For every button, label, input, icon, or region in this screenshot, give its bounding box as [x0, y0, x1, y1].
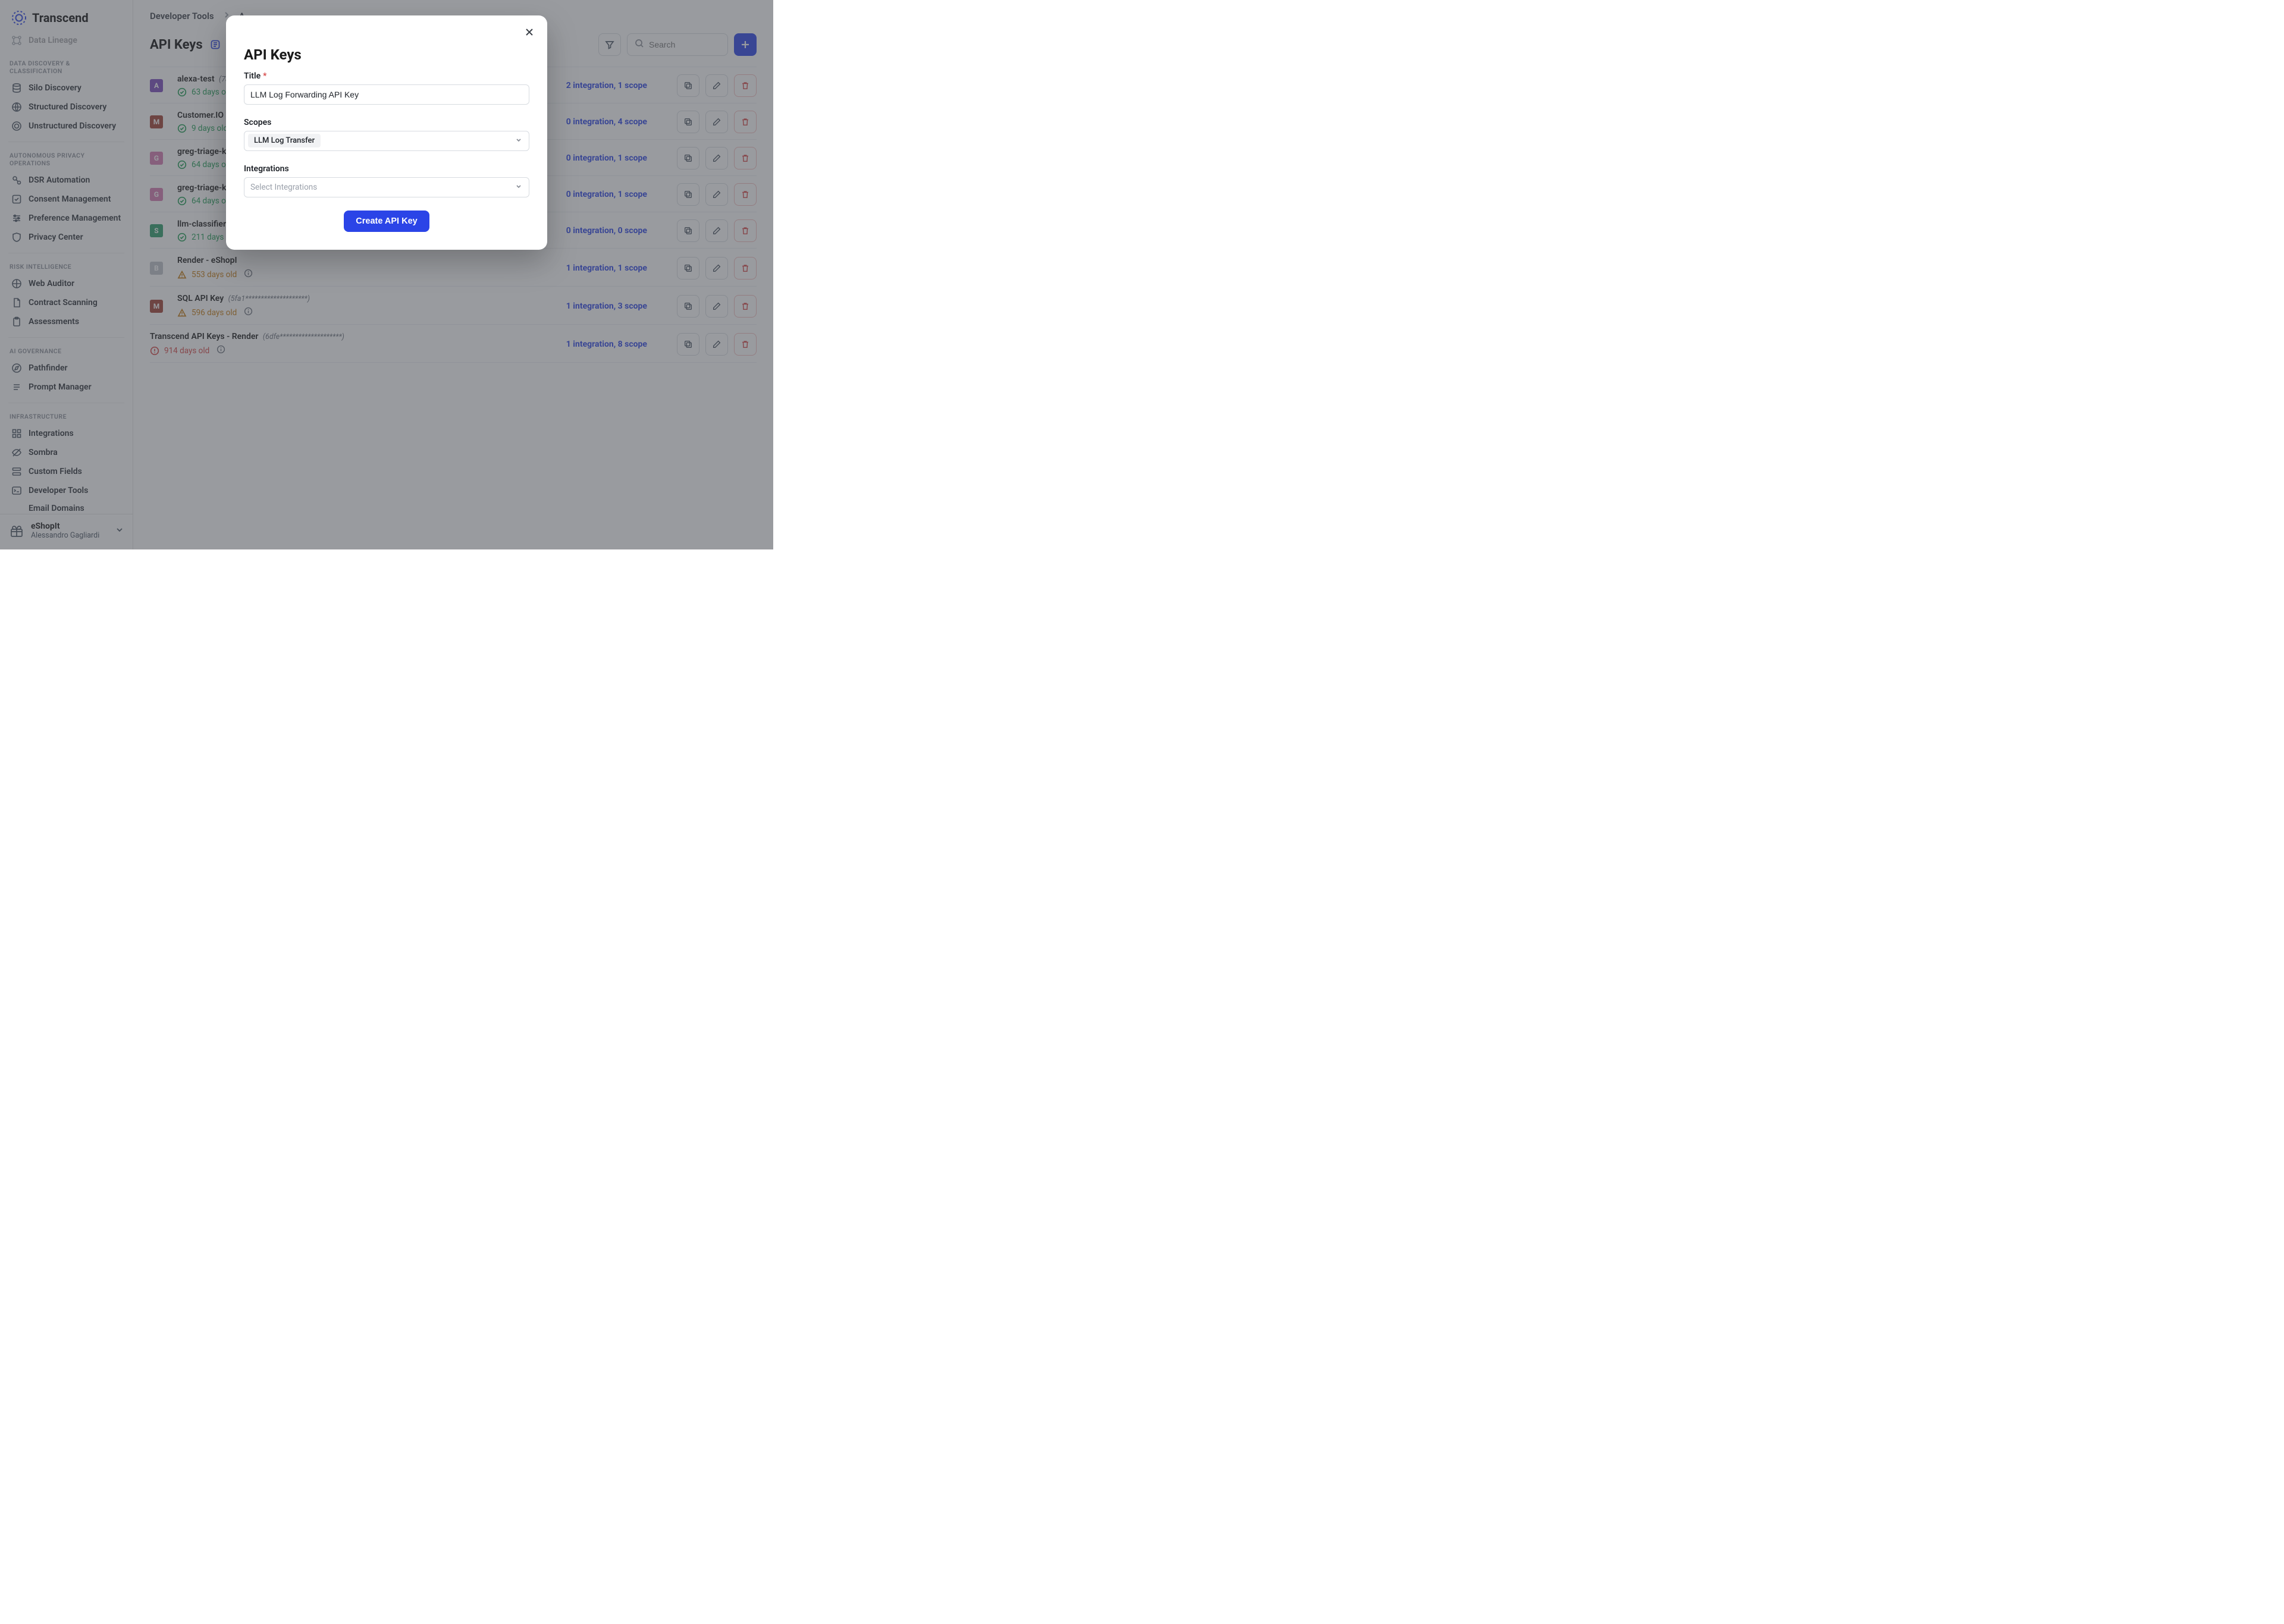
chevron-down-icon	[514, 136, 523, 146]
field-integrations: Integrations Select Integrations	[244, 164, 529, 197]
integrations-select[interactable]: Select Integrations	[244, 177, 529, 197]
select-placeholder: Select Integrations	[248, 180, 319, 194]
field-label: Title*	[244, 71, 529, 81]
field-title: Title*	[244, 71, 529, 105]
field-label: Integrations	[244, 164, 529, 174]
title-input[interactable]	[244, 84, 529, 105]
modal-actions: Create API Key	[244, 211, 529, 232]
field-scopes: Scopes LLM Log Transfer	[244, 118, 529, 151]
scopes-select[interactable]: LLM Log Transfer	[244, 131, 529, 151]
create-api-key-button[interactable]: Create API Key	[344, 211, 429, 232]
field-label: Scopes	[244, 118, 529, 127]
create-api-key-modal: API Keys Title* Scopes LLM Log Transfer …	[226, 15, 547, 250]
modal-title: API Keys	[244, 46, 529, 63]
chevron-down-icon	[514, 182, 523, 193]
required-asterisk: *	[263, 71, 266, 81]
modal-overlay[interactable]: API Keys Title* Scopes LLM Log Transfer …	[0, 0, 773, 549]
scope-chip[interactable]: LLM Log Transfer	[248, 134, 321, 147]
close-button[interactable]	[521, 24, 538, 40]
field-label-text: Title	[244, 71, 261, 81]
